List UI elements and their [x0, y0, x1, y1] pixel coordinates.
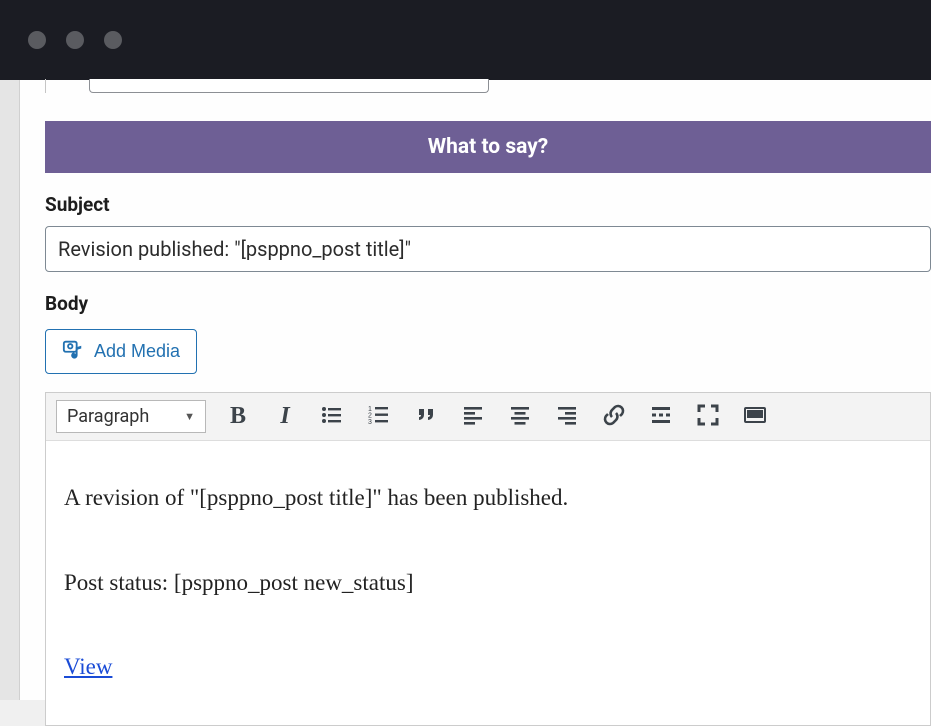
bulleted-list-button[interactable]: [317, 402, 347, 432]
italic-button[interactable]: I: [270, 402, 300, 432]
truncated-field: [89, 79, 489, 93]
workspace: What to say? Subject Body Add Media Para…: [0, 80, 931, 700]
editor-view-link[interactable]: View: [64, 654, 112, 679]
numbered-list-button[interactable]: 123: [364, 402, 394, 432]
bold-button[interactable]: B: [223, 402, 253, 432]
editor-wrapper: Paragraph ▼ B I 123: [45, 392, 931, 726]
toolbar-toggle-button[interactable]: [740, 402, 770, 432]
editor-line-2: Post status: [psppno_post new_status]: [64, 566, 912, 601]
window-titlebar: [0, 0, 931, 80]
align-center-icon: [508, 403, 532, 430]
camera-music-icon: [62, 338, 84, 365]
truncated-field-wrap: [45, 79, 931, 93]
format-dropdown[interactable]: Paragraph ▼: [56, 400, 206, 433]
svg-text:3: 3: [368, 419, 372, 426]
chevron-down-icon: ▼: [184, 410, 195, 423]
fullscreen-button[interactable]: [693, 402, 723, 432]
body-label: Body: [45, 292, 931, 315]
bold-icon: B: [230, 403, 246, 430]
blockquote-button[interactable]: [411, 402, 441, 432]
link-icon: [602, 403, 626, 430]
quote-icon: [414, 403, 438, 430]
window-dot-maximize[interactable]: [104, 31, 122, 49]
window-dot-minimize[interactable]: [66, 31, 84, 49]
sidebar-sliver: [0, 80, 20, 700]
italic-icon: I: [280, 403, 289, 430]
align-right-icon: [555, 403, 579, 430]
insert-more-button[interactable]: [646, 402, 676, 432]
list-ol-icon: 123: [367, 403, 391, 430]
fullscreen-icon: [696, 403, 720, 430]
align-center-button[interactable]: [505, 402, 535, 432]
format-selected-label: Paragraph: [67, 406, 149, 427]
link-button[interactable]: [599, 402, 629, 432]
window-dot-close[interactable]: [28, 31, 46, 49]
editor-toolbar: Paragraph ▼ B I 123: [46, 393, 930, 441]
align-right-button[interactable]: [552, 402, 582, 432]
add-media-button[interactable]: Add Media: [45, 329, 197, 374]
keyboard-icon: [743, 403, 767, 430]
add-media-label: Add Media: [94, 341, 180, 362]
read-more-icon: [649, 403, 673, 430]
editor-line-1: A revision of "[psppno_post title]" has …: [64, 481, 912, 516]
list-ul-icon: [320, 403, 344, 430]
subject-input[interactable]: [45, 226, 931, 272]
main-panel: What to say? Subject Body Add Media Para…: [20, 80, 931, 700]
editor-content-area[interactable]: A revision of "[psppno_post title]" has …: [46, 441, 930, 725]
align-left-icon: [461, 403, 485, 430]
subject-label: Subject: [45, 193, 931, 216]
align-left-button[interactable]: [458, 402, 488, 432]
section-banner: What to say?: [45, 121, 931, 173]
